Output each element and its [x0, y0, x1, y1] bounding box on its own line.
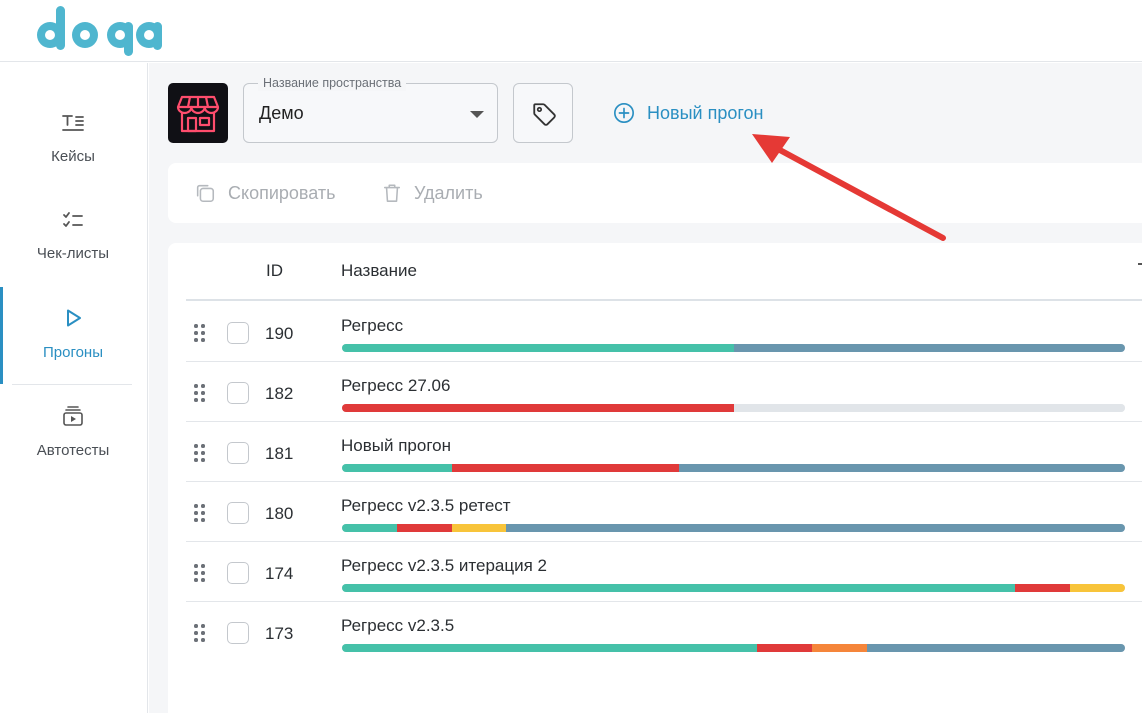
progress-segment-failed: [1015, 584, 1071, 592]
sidebar-item-label: Кейсы: [51, 148, 95, 165]
progress-segment-failed: [756, 644, 812, 652]
progress-segment-untested: [506, 524, 1125, 532]
run-name[interactable]: Регресс 27.06: [341, 376, 450, 396]
storefront-icon: [176, 95, 220, 133]
sidebar-item-checklists[interactable]: Чек-листы: [0, 208, 146, 302]
trash-icon: [383, 184, 401, 202]
table-row[interactable]: 180 Регресс v2.3.5 ретест: [186, 482, 1142, 542]
tags-button[interactable]: [513, 83, 573, 143]
run-progress-bar: [342, 344, 1125, 352]
progress-segment-skipped: [811, 644, 867, 652]
column-header-id[interactable]: ID: [266, 261, 283, 281]
progress-segment-passed: [342, 344, 734, 352]
run-progress-bar: [342, 464, 1125, 472]
run-name[interactable]: Новый прогон: [341, 436, 451, 456]
progress-segment-passed: [342, 644, 757, 652]
sidebar-item-runs[interactable]: Прогоны: [0, 306, 146, 400]
table-row[interactable]: 190 Регресс: [186, 302, 1142, 362]
main-content: Название пространства Демо Новый прогон …: [149, 63, 1142, 713]
row-checkbox[interactable]: [227, 562, 249, 584]
delete-label: Удалить: [414, 182, 483, 203]
run-progress-bar: [342, 584, 1125, 592]
run-progress-bar: [342, 404, 1125, 412]
run-name[interactable]: Регресс v2.3.5: [341, 616, 454, 636]
space-select-label: Название пространства: [258, 75, 407, 91]
sidebar-item-label: Автотесты: [36, 442, 110, 459]
table-row[interactable]: 173 Регресс v2.3.5: [186, 602, 1142, 662]
tag-icon: [533, 103, 556, 126]
row-checkbox[interactable]: [227, 322, 249, 344]
test-cases-icon: [62, 115, 84, 131]
sidebar-item-label: Прогоны: [42, 344, 103, 361]
drag-handle-icon[interactable]: [194, 564, 208, 582]
space-select-value: Демо: [259, 103, 304, 123]
top-bar: [0, 0, 1142, 62]
drag-handle-icon[interactable]: [194, 504, 208, 522]
plus-circle-icon: [614, 103, 634, 123]
progress-segment-untested: [678, 464, 1125, 472]
column-header-edge: [1138, 263, 1142, 265]
progress-segment-blocked: [451, 524, 507, 532]
run-id: 174: [265, 564, 294, 583]
table-row[interactable]: 181 Новый прогон: [186, 422, 1142, 482]
progress-segment-empty: [733, 404, 1125, 412]
drag-handle-icon[interactable]: [194, 324, 208, 342]
new-run-label: Новый прогон: [647, 102, 764, 123]
run-progress-bar: [342, 644, 1125, 652]
run-name[interactable]: Регресс v2.3.5 ретест: [341, 496, 511, 516]
progress-segment-failed: [451, 464, 679, 472]
sidebar-item-cases[interactable]: Кейсы: [0, 111, 146, 205]
space-avatar[interactable]: [168, 83, 228, 143]
table-row[interactable]: 174 Регресс v2.3.5 итерация 2: [186, 542, 1142, 602]
bulk-actions-toolbar: Скопировать Удалить: [168, 163, 1142, 223]
column-header-name[interactable]: Название: [341, 261, 417, 281]
play-icon: [67, 309, 81, 327]
run-name[interactable]: Регресс v2.3.5 итерация 2: [341, 556, 547, 576]
progress-segment-passed: [342, 524, 397, 532]
chevron-down-icon: [470, 111, 484, 118]
drag-handle-icon[interactable]: [194, 624, 208, 642]
new-run-button[interactable]: Новый прогон: [613, 101, 763, 125]
progress-segment-passed: [342, 464, 452, 472]
space-select[interactable]: Название пространства Демо: [243, 75, 498, 143]
row-checkbox[interactable]: [227, 502, 249, 524]
sidebar: Кейсы Чек-листы Прогоны Автотесты: [0, 63, 148, 713]
autotest-icon: [63, 406, 83, 426]
table-header-divider: [186, 299, 1142, 301]
progress-segment-failed: [342, 404, 734, 412]
run-name[interactable]: Регресс: [341, 316, 403, 336]
run-id: 190: [265, 324, 294, 343]
run-id: 182: [265, 384, 294, 403]
runs-table: ID Название 190 Регресс 182 Регресс 27.06 18…: [168, 243, 1142, 713]
row-checkbox[interactable]: [227, 442, 249, 464]
copy-icon: [196, 184, 215, 203]
run-id: 181: [265, 444, 294, 463]
progress-segment-blocked: [1070, 584, 1125, 592]
doqa-logo[interactable]: [36, 4, 166, 56]
progress-segment-untested: [733, 344, 1125, 352]
run-id: 180: [265, 504, 294, 523]
run-progress-bar: [342, 524, 1125, 532]
copy-button[interactable]: Скопировать: [194, 181, 336, 205]
progress-segment-failed: [396, 524, 452, 532]
sidebar-item-label: Чек-листы: [36, 245, 110, 262]
progress-segment-passed: [342, 584, 1016, 592]
checklist-icon: [63, 212, 83, 227]
row-checkbox[interactable]: [227, 622, 249, 644]
sidebar-divider: [12, 384, 132, 385]
run-id: 173: [265, 624, 294, 643]
drag-handle-icon[interactable]: [194, 444, 208, 462]
sidebar-item-autotests[interactable]: Автотесты: [0, 404, 146, 498]
progress-segment-untested: [866, 644, 1125, 652]
drag-handle-icon[interactable]: [194, 384, 208, 402]
row-checkbox[interactable]: [227, 382, 249, 404]
delete-button[interactable]: Удалить: [382, 181, 483, 205]
table-row[interactable]: 182 Регресс 27.06: [186, 362, 1142, 422]
copy-label: Скопировать: [228, 182, 336, 203]
